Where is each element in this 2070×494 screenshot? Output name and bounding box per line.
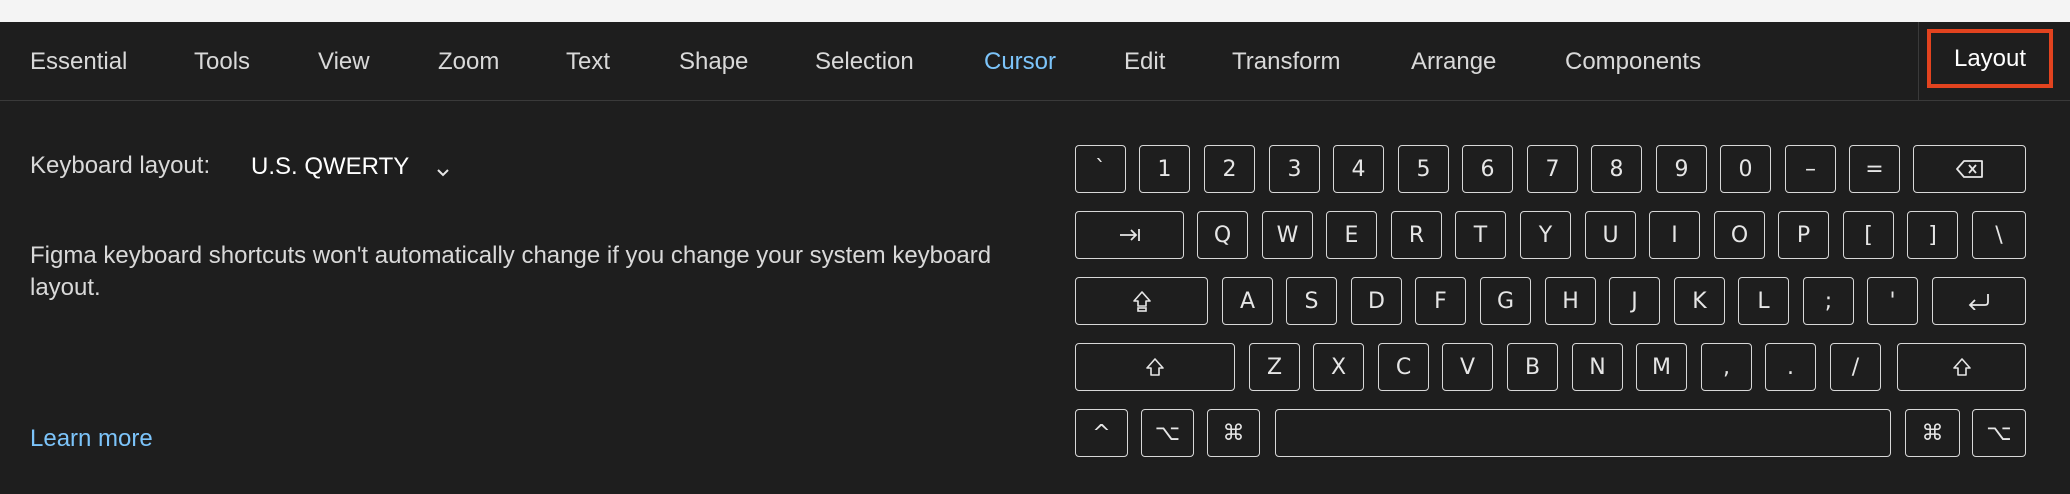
key-right-bracket: ]: [1907, 211, 1958, 259]
tab-shape[interactable]: Shape: [679, 22, 748, 101]
key-h: H: [1545, 277, 1596, 325]
key-k: K: [1674, 277, 1725, 325]
key-a: A: [1222, 277, 1273, 325]
key-right-shift: [1897, 343, 2026, 391]
key-p: P: [1778, 211, 1829, 259]
key-backspace: [1913, 145, 2026, 193]
learn-more-link[interactable]: Learn more: [30, 425, 153, 453]
key-0: 0: [1720, 145, 1771, 193]
tab-zoom[interactable]: Zoom: [438, 22, 499, 101]
key-v: V: [1442, 343, 1493, 391]
key-t: T: [1455, 211, 1506, 259]
key-backslash: \: [1972, 211, 2026, 259]
key-4: 4: [1333, 145, 1384, 193]
key-y: Y: [1520, 211, 1571, 259]
shift-icon: [1952, 357, 1972, 377]
key-g: G: [1480, 277, 1531, 325]
keyboard-layout-notice: Figma keyboard shortcuts won't automatic…: [30, 242, 992, 301]
key-8: 8: [1591, 145, 1642, 193]
key-backtick: `: [1075, 145, 1126, 193]
key-n: N: [1572, 343, 1623, 391]
key-5: 5: [1398, 145, 1449, 193]
key-b: B: [1507, 343, 1558, 391]
key-6: 6: [1462, 145, 1513, 193]
key-3: 3: [1269, 145, 1320, 193]
tab-transform[interactable]: Transform: [1232, 22, 1340, 101]
key-2: 2: [1204, 145, 1255, 193]
tab-arrange[interactable]: Arrange: [1411, 22, 1496, 101]
key-return: [1932, 277, 2026, 325]
tab-icon: [1119, 228, 1141, 242]
key-minus: –: [1785, 145, 1836, 193]
key-1: 1: [1139, 145, 1190, 193]
key-s: S: [1286, 277, 1337, 325]
key-r: R: [1391, 211, 1442, 259]
key-u: U: [1585, 211, 1636, 259]
chevron-down-icon: [435, 159, 451, 177]
key-c: C: [1378, 343, 1429, 391]
key-equals: =: [1849, 145, 1900, 193]
key-left-option: ⌥: [1141, 409, 1194, 457]
key-caps-lock: [1075, 277, 1208, 325]
key-7: 7: [1527, 145, 1578, 193]
tab-view[interactable]: View: [318, 22, 370, 101]
shift-icon: [1145, 357, 1165, 377]
key-o: O: [1714, 211, 1765, 259]
key-l: L: [1738, 277, 1789, 325]
key-m: M: [1636, 343, 1687, 391]
key-right-option: ⌥: [1972, 409, 2026, 457]
key-comma: ,: [1701, 343, 1752, 391]
key-semicolon: ;: [1803, 277, 1854, 325]
key-x: X: [1313, 343, 1364, 391]
key-w: W: [1262, 211, 1313, 259]
tab-cursor[interactable]: Cursor: [984, 22, 1056, 101]
return-icon: [1967, 292, 1991, 310]
keyboard-layout-select[interactable]: U.S. QWERTY: [251, 150, 451, 184]
key-tab: [1075, 211, 1184, 259]
tab-components[interactable]: Components: [1565, 22, 1701, 101]
key-q: Q: [1197, 211, 1248, 259]
key-period: .: [1765, 343, 1816, 391]
layout-tab-container: Layout: [1918, 22, 2070, 101]
key-f: F: [1415, 277, 1466, 325]
window-top-strip: [0, 0, 2070, 22]
key-left-command: ⌘: [1207, 409, 1260, 457]
tab-edit[interactable]: Edit: [1124, 22, 1165, 101]
caps-lock-icon: [1132, 290, 1152, 312]
key-quote: ': [1867, 277, 1918, 325]
backspace-icon: [1955, 160, 1984, 178]
key-left-shift: [1075, 343, 1235, 391]
key-9: 9: [1656, 145, 1707, 193]
key-i: I: [1649, 211, 1700, 259]
tab-selection[interactable]: Selection: [815, 22, 914, 101]
key-z: Z: [1249, 343, 1300, 391]
shortcut-category-tabs: Essential Tools View Zoom Text Shape Sel…: [0, 22, 2070, 101]
tab-layout[interactable]: Layout: [1927, 29, 2053, 88]
tab-essential[interactable]: Essential: [30, 22, 127, 101]
key-d: D: [1351, 277, 1402, 325]
key-space: [1275, 409, 1891, 457]
tab-tools[interactable]: Tools: [194, 22, 250, 101]
key-j: J: [1609, 277, 1660, 325]
key-left-bracket: [: [1843, 211, 1894, 259]
tab-text[interactable]: Text: [566, 22, 610, 101]
key-right-command: ⌘: [1905, 409, 1960, 457]
key-control: ^: [1075, 409, 1128, 457]
key-slash: /: [1830, 343, 1881, 391]
keyboard-layout-value: U.S. QWERTY: [251, 153, 410, 180]
keyboard-layout-label: Keyboard layout:: [30, 152, 211, 179]
key-e: E: [1326, 211, 1377, 259]
